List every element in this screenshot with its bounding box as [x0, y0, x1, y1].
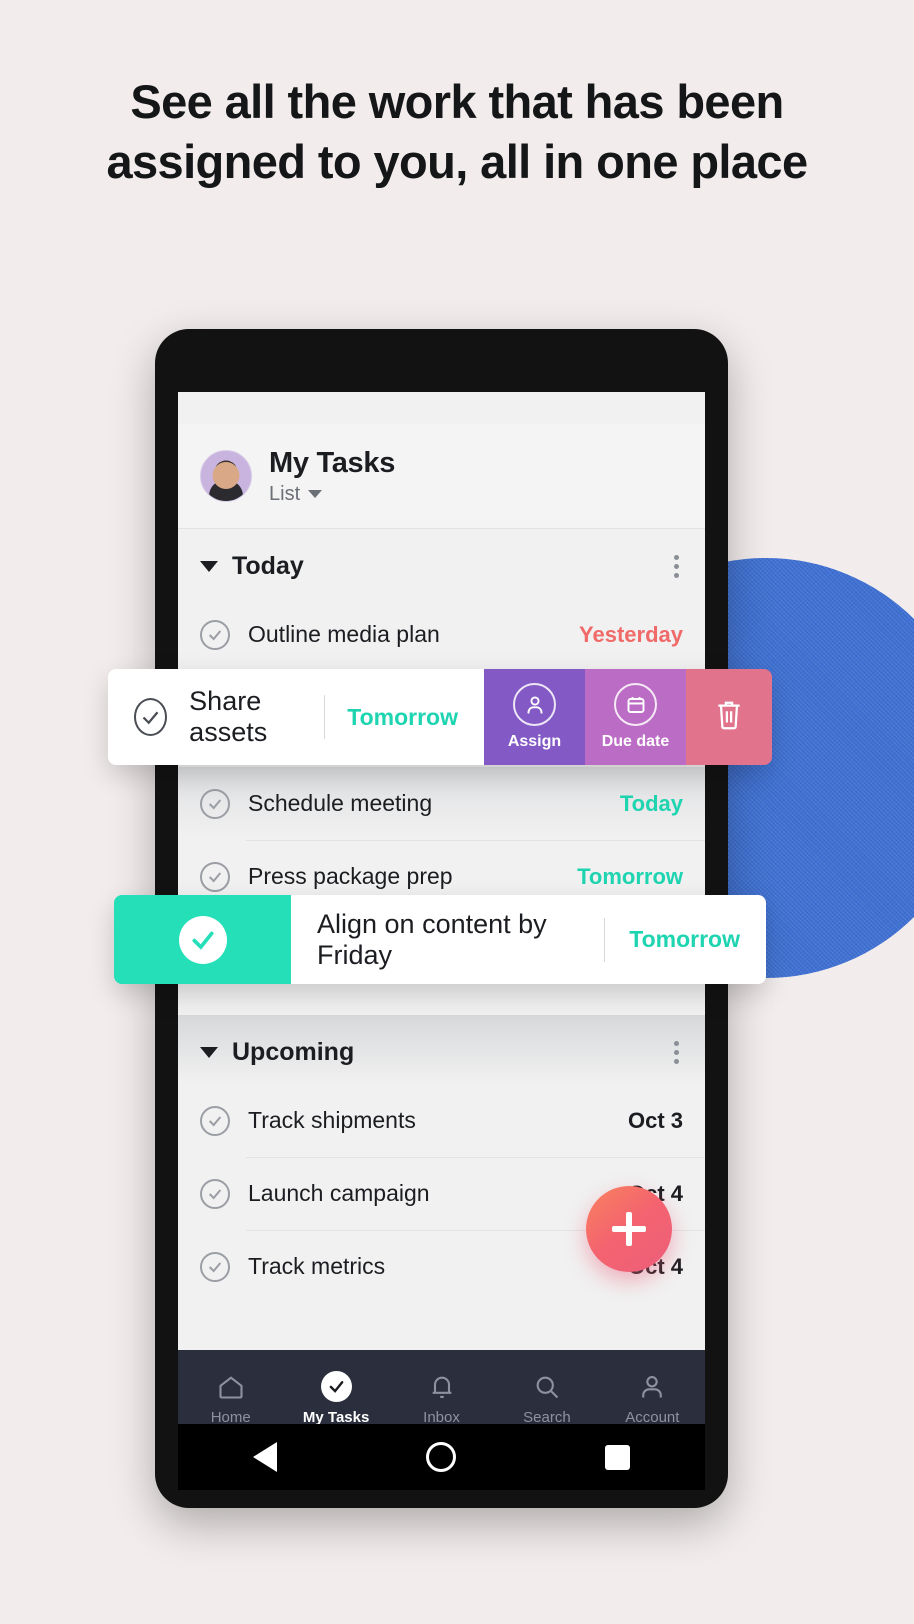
chevron-down-icon	[308, 490, 323, 498]
bell-icon	[427, 1372, 457, 1402]
delete-button[interactable]	[686, 669, 772, 765]
task-name: Align on content by Friday	[317, 908, 547, 970]
plus-icon	[612, 1212, 646, 1246]
triangle-down-icon[interactable]	[200, 1047, 218, 1058]
task-due-date: Tomorrow	[347, 703, 458, 730]
complete-swipe-card[interactable]: Align on content by Friday Tomorrow	[114, 895, 766, 984]
action-label: Due date	[601, 733, 670, 750]
home-icon	[216, 1372, 246, 1402]
nav-item-search[interactable]: Search	[494, 1372, 599, 1426]
task-name: Share assets	[189, 686, 268, 747]
task-name: Schedule meeting	[248, 790, 433, 816]
check-circle-icon[interactable]	[200, 861, 230, 892]
action-label: Assign	[507, 733, 562, 750]
nav-item-my-tasks[interactable]: My Tasks	[283, 1371, 388, 1426]
task-due-date: Oct 3	[627, 1107, 683, 1133]
table-row[interactable]: Track shipments Oct 3	[178, 1084, 705, 1157]
nav-label: Search	[523, 1408, 571, 1426]
complete-action[interactable]	[114, 895, 291, 984]
person-icon	[637, 1372, 667, 1402]
page-title: See all the work that has been assigned …	[0, 72, 914, 192]
swipe-card-body[interactable]: Share assets Tomorrow	[108, 669, 484, 765]
task-due-date: Today	[619, 790, 683, 816]
table-row[interactable]: Outline media plan Yesterday	[178, 598, 705, 671]
task-name: Outline media plan	[248, 621, 440, 647]
swipe-action-card[interactable]: Share assets Tomorrow Assign Due date	[108, 669, 772, 765]
task-name: Launch campaign	[248, 1180, 430, 1206]
section-header-upcoming[interactable]: Upcoming	[178, 1015, 705, 1084]
section-title: Upcoming	[232, 1038, 355, 1066]
triangle-down-icon[interactable]	[200, 561, 218, 572]
nav-item-inbox[interactable]: Inbox	[389, 1372, 494, 1426]
check-circle-icon[interactable]	[134, 698, 168, 736]
back-triangle-icon[interactable]	[252, 1442, 277, 1472]
kebab-menu-icon[interactable]	[670, 1037, 683, 1068]
task-due-date: Tomorrow	[577, 863, 683, 889]
divider	[324, 695, 326, 739]
task-name: Press package prep	[248, 863, 453, 889]
assign-button[interactable]: Assign	[484, 669, 585, 765]
divider	[604, 917, 606, 962]
check-circle-icon	[320, 1371, 352, 1402]
due-date-button[interactable]: Due date	[585, 669, 686, 765]
add-task-fab[interactable]	[586, 1186, 672, 1272]
task-due-date: Yesterday	[579, 621, 683, 647]
check-filled-icon	[178, 915, 227, 964]
kebab-menu-icon[interactable]	[670, 551, 683, 582]
recents-square-icon[interactable]	[605, 1444, 631, 1470]
table-row[interactable]: Schedule meeting Today	[178, 767, 705, 840]
section-header-today[interactable]: Today	[178, 529, 705, 598]
task-name: Track metrics	[248, 1253, 386, 1279]
complete-card-body[interactable]: Align on content by Friday Tomorrow	[291, 895, 766, 984]
check-circle-icon[interactable]	[200, 1178, 230, 1209]
calendar-icon	[614, 683, 657, 726]
headline-line-1: See all the work that has been	[130, 75, 784, 128]
nav-item-home[interactable]: Home	[178, 1372, 283, 1426]
nav-label: Home	[210, 1408, 251, 1426]
trash-icon	[714, 697, 744, 738]
search-icon	[532, 1372, 562, 1402]
nav-label: Inbox	[423, 1408, 460, 1426]
task-name: Track shipments	[248, 1107, 416, 1133]
view-switcher[interactable]: List	[269, 483, 395, 506]
check-circle-icon[interactable]	[200, 788, 230, 819]
android-system-bar[interactable]	[178, 1424, 705, 1490]
check-circle-icon[interactable]	[200, 1105, 230, 1136]
app-header: My Tasks List	[178, 424, 705, 529]
home-circle-icon[interactable]	[425, 1442, 456, 1472]
task-due-date: Tomorrow	[629, 926, 740, 952]
check-circle-icon[interactable]	[200, 619, 230, 650]
screenshot-root: See all the work that has been assigned …	[0, 0, 914, 1624]
avatar[interactable]	[200, 450, 252, 502]
app-title: My Tasks	[269, 446, 396, 479]
check-circle-icon[interactable]	[200, 1251, 230, 1282]
section-title: Today	[232, 552, 304, 580]
person-circle-icon	[513, 683, 556, 726]
view-label: List	[269, 482, 301, 505]
headline-line-2: assigned to you, all in one place	[106, 135, 808, 189]
nav-item-account[interactable]: Account	[600, 1372, 705, 1426]
nav-label: Account	[625, 1408, 680, 1426]
